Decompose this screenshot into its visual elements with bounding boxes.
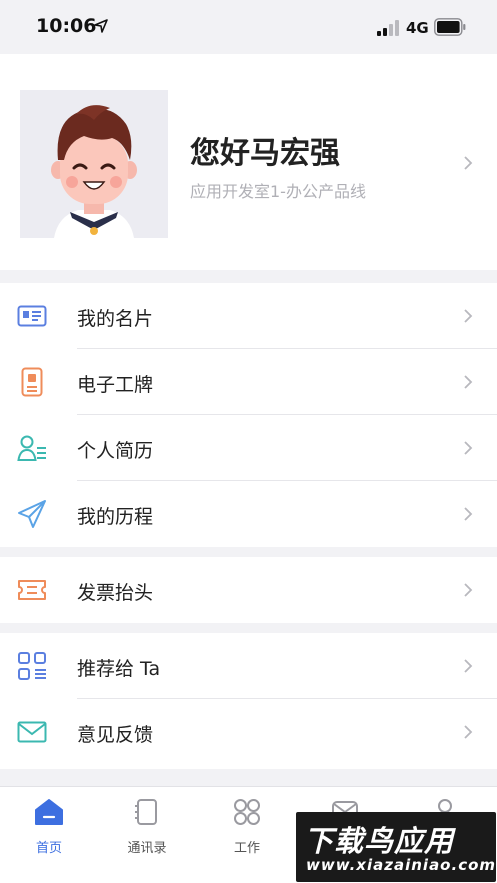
user-greeting: 您好马宏强 bbox=[190, 136, 340, 171]
chevron-right-icon bbox=[464, 441, 473, 455]
signal-icon bbox=[377, 20, 401, 36]
user-department: 应用开发室1-办公产品线 bbox=[190, 182, 366, 201]
menu-item-invoice-title[interactable]: 发票抬头 bbox=[0, 557, 497, 623]
tab-work[interactable]: 工作 bbox=[212, 797, 282, 856]
menu-item-label: 个人简历 bbox=[77, 440, 154, 462]
menu-item-resume[interactable]: 个人简历 bbox=[0, 415, 497, 481]
chevron-right-icon bbox=[464, 507, 473, 521]
menu-item-label: 电子工牌 bbox=[77, 374, 154, 396]
resume-icon bbox=[17, 435, 46, 461]
chevron-right-icon bbox=[464, 583, 473, 597]
status-time: 10:06 bbox=[36, 15, 97, 37]
menu-group-invoice: 发票抬头 bbox=[0, 557, 497, 623]
chevron-right-icon bbox=[464, 375, 473, 389]
home-icon bbox=[35, 799, 63, 825]
menu-item-recommend[interactable]: 推荐给 Ta bbox=[0, 633, 497, 699]
menu-item-label: 推荐给 Ta bbox=[77, 658, 161, 680]
menu-item-label: 意见反馈 bbox=[77, 724, 154, 746]
chevron-right-icon bbox=[464, 659, 473, 673]
watermark-url: www.xiazainiao.com bbox=[306, 856, 497, 874]
menu-group-profile: 我的名片 电子工牌 个人简历 我的历程 bbox=[0, 283, 497, 547]
avatar-illustration bbox=[20, 90, 168, 238]
apps-grid-icon bbox=[234, 799, 260, 825]
chevron-right-icon bbox=[464, 309, 473, 323]
status-bar: 10:06 4G bbox=[0, 0, 497, 54]
menu-item-label: 我的名片 bbox=[77, 308, 154, 330]
menu-item-label: 发票抬头 bbox=[77, 582, 154, 604]
ticket-icon bbox=[18, 580, 46, 600]
tab-label: 工作 bbox=[233, 841, 260, 856]
badge-icon bbox=[21, 367, 43, 397]
battery-icon bbox=[434, 18, 466, 36]
mail-icon bbox=[17, 721, 47, 743]
menu-item-electronic-badge[interactable]: 电子工牌 bbox=[0, 349, 497, 415]
contacts-icon bbox=[135, 799, 157, 825]
chevron-right-icon bbox=[464, 156, 473, 170]
menu-item-feedback[interactable]: 意见反馈 bbox=[0, 699, 497, 769]
menu-item-my-journey[interactable]: 我的历程 bbox=[0, 481, 497, 547]
menu-item-label: 我的历程 bbox=[77, 506, 154, 528]
location-arrow-icon bbox=[94, 19, 108, 33]
tab-home[interactable]: 首页 bbox=[14, 797, 84, 856]
watermark-title: 下载鸟应用 bbox=[304, 824, 455, 858]
avatar[interactable] bbox=[20, 90, 168, 238]
tab-contacts[interactable]: 通讯录 bbox=[112, 797, 182, 856]
tab-label: 通讯录 bbox=[127, 841, 167, 856]
business-card-icon bbox=[17, 305, 47, 327]
profile-card[interactable]: 您好马宏强 应用开发室1-办公产品线 bbox=[0, 54, 497, 270]
paper-plane-icon bbox=[18, 500, 46, 528]
chevron-right-icon bbox=[464, 725, 473, 739]
menu-group-share: 推荐给 Ta 意见反馈 bbox=[0, 633, 497, 769]
grid-list-icon bbox=[18, 652, 46, 680]
watermark: 下载鸟应用 www.xiazainiao.com bbox=[296, 812, 496, 882]
network-type: 4G bbox=[406, 19, 429, 37]
tab-label: 首页 bbox=[35, 841, 62, 856]
menu-item-business-card[interactable]: 我的名片 bbox=[0, 283, 497, 349]
